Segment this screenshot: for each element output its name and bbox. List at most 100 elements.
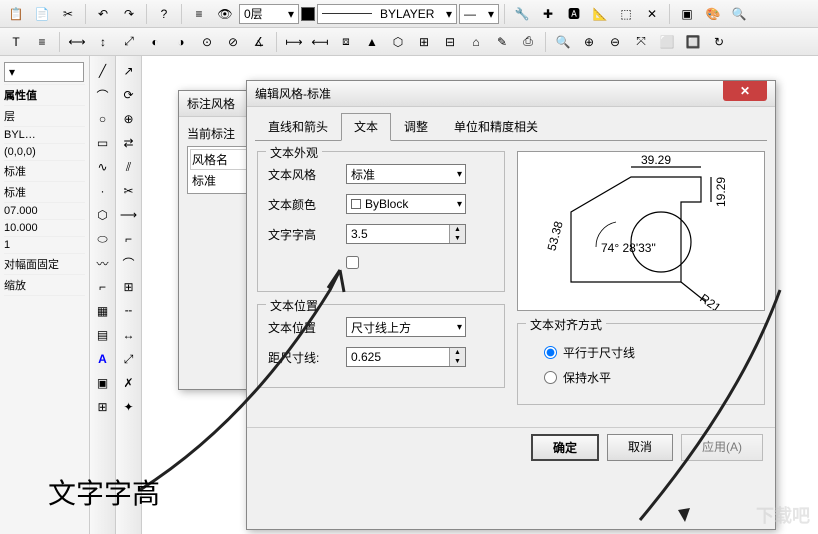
dim4-icon[interactable]: ◐ [143,31,167,53]
close-button[interactable]: ✕ [723,81,767,101]
tab-units[interactable]: 单位和精度相关 [441,113,551,140]
text-dist-input[interactable]: 0.625▲▼ [346,347,466,367]
undo-icon[interactable]: ↶ [91,3,115,25]
text-frame-checkbox[interactable] [346,256,359,269]
arc-icon[interactable]: ⌒ [92,84,114,106]
obj3-icon[interactable]: 🅰 [562,3,586,25]
visibility-icon[interactable]: 👁 [213,3,237,25]
z7-icon[interactable]: ↻ [707,31,731,53]
lineweight-dropdown[interactable]: —▾ [459,4,499,24]
cancel-button[interactable]: 取消 [607,434,673,461]
target-icon[interactable]: ⊕ [118,108,140,130]
extra2-icon[interactable]: 🎨 [701,3,725,25]
m2-icon[interactable]: ⟻ [308,31,332,53]
obj1-icon[interactable]: 🔧 [510,3,534,25]
dim6-icon[interactable]: ⊙ [195,31,219,53]
text2-icon[interactable]: A [92,348,114,370]
array-icon[interactable]: ⊞ [118,276,140,298]
text-pos-combo[interactable]: 尺寸线上方 [346,317,466,337]
chamfer-icon[interactable]: ⌐ [118,228,140,250]
prop-std2: 标准 [4,182,85,203]
paste-icon[interactable]: 📋 [4,3,28,25]
text-color-combo[interactable]: ByBlock [346,194,466,214]
erase-icon[interactable]: ✗ [118,372,140,394]
tab-lines[interactable]: 直线和箭头 [255,113,341,140]
z6-icon[interactable]: 🔲 [681,31,705,53]
rotate-icon[interactable]: ⟳ [118,84,140,106]
curve2-icon[interactable]: 〰 [92,252,114,274]
dim3-icon[interactable]: ⤢ [117,31,141,53]
text-style-combo[interactable]: 标准 [346,164,466,184]
layers-icon[interactable]: ≡ [187,3,211,25]
z2-icon[interactable]: ⊕ [577,31,601,53]
move-icon[interactable]: ↗ [118,60,140,82]
rect-icon[interactable]: ▭ [92,132,114,154]
stretch-icon[interactable]: ↔ [118,324,140,346]
prop-linetype: BYL… [4,127,85,144]
text-appearance-group: 文本外观 文本风格 标准 文本颜色 ByBlock 文字字高 3.5▲▼ 文本边… [257,151,505,292]
text-height-input[interactable]: 3.5▲▼ [346,224,466,244]
offset-icon[interactable]: ⫽ [118,156,140,178]
block-icon[interactable]: ▣ [92,372,114,394]
z1-icon[interactable]: 🔍 [551,31,575,53]
prop-val1: 07.000 [4,203,85,220]
obj4-icon[interactable]: 📐 [588,3,612,25]
text-icon[interactable]: T [4,31,28,53]
ellipse-icon[interactable]: ⬭ [92,228,114,250]
mirror-icon[interactable]: ⇄ [118,132,140,154]
text-color-label: 文本颜色 [268,196,338,213]
obj5-icon[interactable]: ⬚ [614,3,638,25]
ok-button[interactable]: 确定 [531,434,599,461]
polygon-icon[interactable]: ⬡ [92,204,114,226]
m4-icon[interactable]: ▲ [360,31,384,53]
linetype-dropdown[interactable]: BYLAYER▾ [317,4,457,24]
dim8-icon[interactable]: ∡ [247,31,271,53]
m5-icon[interactable]: ⬡ [386,31,410,53]
explode-icon[interactable]: ✦ [118,396,140,418]
break-icon[interactable]: ╌ [118,300,140,322]
hatch-icon[interactable]: ▦ [92,300,114,322]
extend-icon[interactable]: ⟶ [118,204,140,226]
dim1-icon[interactable]: ⟷ [65,31,89,53]
obj6-icon[interactable]: ✕ [640,3,664,25]
scale-icon[interactable]: ⤢ [118,348,140,370]
copy-icon[interactable]: 📄 [30,3,54,25]
m8-icon[interactable]: ⌂ [464,31,488,53]
m10-icon[interactable]: ⎙ [516,31,540,53]
tab-text[interactable]: 文本 [341,113,391,141]
help-icon[interactable]: ? [152,3,176,25]
dim2-icon[interactable]: ↕ [91,31,115,53]
z4-icon[interactable]: ⤧ [629,31,653,53]
tab-fit[interactable]: 调整 [391,113,441,140]
prop-dropdown[interactable]: ▾ [4,62,84,82]
pline-icon[interactable]: ⌐ [92,276,114,298]
layer-dropdown[interactable]: 0层▾ [239,4,299,24]
spline-icon[interactable]: ∿ [92,156,114,178]
m6-icon[interactable]: ⊞ [412,31,436,53]
cut-icon[interactable]: ✂ [56,3,80,25]
m1-icon[interactable]: ⟼ [282,31,306,53]
obj2-icon[interactable]: ✚ [536,3,560,25]
text-position-group: 文本位置 文本位置 尺寸线上方 距尺寸线: 0.625▲▼ [257,304,505,388]
fillet-icon[interactable]: ⌒ [118,252,140,274]
fill-icon[interactable]: ▤ [92,324,114,346]
extra3-icon[interactable]: 🔍 [727,3,751,25]
circle-icon[interactable]: ○ [92,108,114,130]
align-horizontal-radio[interactable] [544,371,557,384]
dim7-icon[interactable]: ⊘ [221,31,245,53]
m7-icon[interactable]: ⊟ [438,31,462,53]
redo-icon[interactable]: ↷ [117,3,141,25]
line-icon[interactable]: ╱ [92,60,114,82]
point-icon[interactable]: · [92,180,114,202]
dim-icon[interactable]: ⊞ [92,396,114,418]
dim5-icon[interactable]: ◑ [169,31,193,53]
z5-icon[interactable]: ⬜ [655,31,679,53]
style-icon[interactable]: ≡ [30,31,54,53]
extra1-icon[interactable]: ▣ [675,3,699,25]
trim-icon[interactable]: ✂ [118,180,140,202]
m3-icon[interactable]: ⧈ [334,31,358,53]
m9-icon[interactable]: ✎ [490,31,514,53]
color-swatch[interactable] [301,7,315,21]
z3-icon[interactable]: ⊖ [603,31,627,53]
align-parallel-radio[interactable] [544,346,557,359]
